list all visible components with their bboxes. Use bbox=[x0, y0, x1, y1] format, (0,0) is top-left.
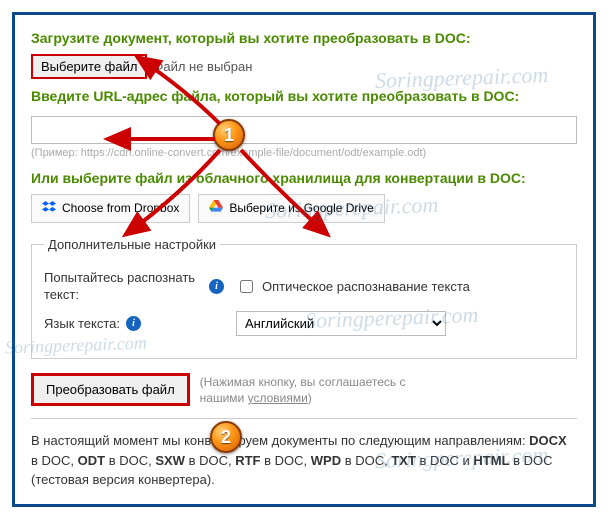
gdrive-button[interactable]: Выберите из Google Drive bbox=[198, 194, 384, 223]
dropbox-button[interactable]: Choose from Dropbox bbox=[31, 194, 190, 223]
divider bbox=[31, 418, 577, 419]
gdrive-button-label: Выберите из Google Drive bbox=[229, 201, 373, 215]
upload-heading: Загрузите документ, который вы хотите пр… bbox=[31, 29, 577, 48]
advanced-fieldset: Дополнительные настройки Попытайтесь рас… bbox=[31, 237, 577, 360]
submit-row: Преобразовать файл (Нажимая кнопку, вы с… bbox=[31, 373, 577, 406]
url-example: (Пример: https://cdn.online-convert.com/… bbox=[31, 147, 577, 159]
gdrive-icon bbox=[209, 200, 223, 217]
terms-link[interactable]: условиями bbox=[248, 391, 308, 405]
info-icon[interactable]: i bbox=[209, 279, 224, 294]
footer-text: В настоящий момент мы конвертируем докум… bbox=[31, 431, 577, 490]
url-heading: Введите URL-адрес файла, который вы хоти… bbox=[31, 87, 577, 106]
url-input[interactable] bbox=[31, 116, 577, 144]
ocr-checkbox-label: Оптическое распознавание текста bbox=[262, 279, 470, 294]
ocr-row: Попытайтесь распознать текст: i Оптическ… bbox=[44, 270, 564, 304]
language-select[interactable]: Английский bbox=[236, 311, 446, 336]
info-icon[interactable]: i bbox=[126, 316, 141, 331]
advanced-legend: Дополнительные настройки bbox=[44, 237, 220, 252]
ocr-label: Попытайтесь распознать текст: bbox=[44, 270, 203, 304]
lang-label: Язык текста: bbox=[44, 316, 120, 333]
agree-suffix: ) bbox=[308, 391, 312, 405]
cloud-heading: Или выберите файл из облачного хранилища… bbox=[31, 169, 577, 188]
dropbox-icon bbox=[42, 200, 56, 217]
form-container: Загрузите документ, который вы хотите пр… bbox=[12, 12, 596, 507]
dropbox-button-label: Choose from Dropbox bbox=[62, 201, 179, 215]
ocr-checkbox[interactable] bbox=[240, 280, 253, 293]
choose-file-button[interactable]: Выберите файл bbox=[31, 54, 147, 79]
no-file-text: Файл не выбран bbox=[153, 59, 252, 74]
cloud-buttons-row: Choose from Dropbox Выберите из Google D… bbox=[31, 194, 577, 223]
agree-text: (Нажимая кнопку, вы соглашаетесь с нашим… bbox=[200, 374, 430, 406]
convert-button[interactable]: Преобразовать файл bbox=[31, 373, 190, 406]
upload-row: Выберите файл Файл не выбран bbox=[31, 54, 577, 79]
lang-row: Язык текста: i Английский bbox=[44, 311, 564, 336]
